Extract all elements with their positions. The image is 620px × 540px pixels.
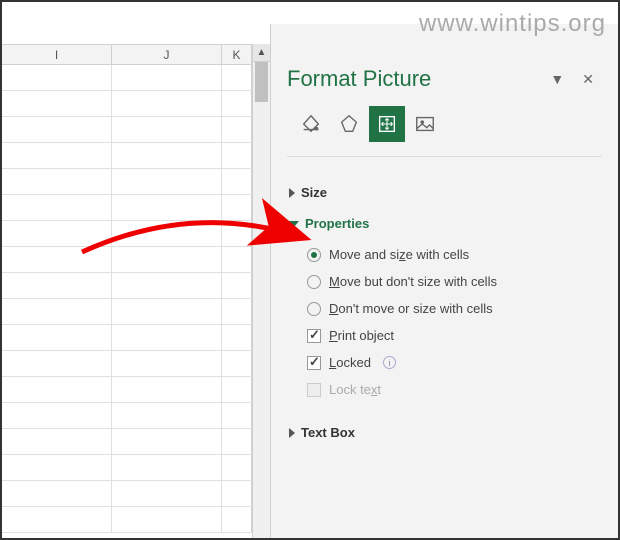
grid-row (2, 429, 252, 455)
tab-size-properties-icon[interactable] (369, 106, 405, 142)
caret-right-icon (289, 188, 295, 198)
grid-row (2, 481, 252, 507)
checkbox-label: Lock text (329, 382, 381, 397)
section-properties-header[interactable]: Properties (287, 212, 602, 235)
checkbox-icon (307, 329, 321, 343)
grid-row (2, 403, 252, 429)
panel-title: Format Picture (287, 66, 431, 92)
checkbox-lock-text: Lock text (307, 376, 602, 403)
section-textbox-title: Text Box (301, 425, 355, 440)
vertical-scrollbar[interactable]: ▲ (252, 44, 270, 538)
grid-row (2, 507, 252, 533)
radio-no-move-no-size[interactable]: Don't move or size with cells (307, 295, 602, 322)
grid-row (2, 273, 252, 299)
section-size-header[interactable]: Size (287, 181, 602, 204)
checkbox-label: Print object (329, 328, 394, 343)
panel-dropdown-icon[interactable]: ▼ (550, 71, 564, 88)
checkbox-icon (307, 356, 321, 370)
grid-row (2, 377, 252, 403)
scroll-thumb[interactable] (255, 62, 268, 102)
radio-icon (307, 302, 321, 316)
grid-row (2, 169, 252, 195)
checkbox-locked[interactable]: Locked i (307, 349, 602, 376)
format-picture-panel: Format Picture ▼ ✕ Size (270, 24, 618, 538)
grid-row (2, 247, 252, 273)
grid-row (2, 195, 252, 221)
tab-effects-icon[interactable] (331, 106, 367, 142)
column-header-j[interactable]: J (112, 45, 222, 64)
radio-icon (307, 248, 321, 262)
checkbox-icon (307, 383, 321, 397)
grid-row (2, 455, 252, 481)
grid-row (2, 91, 252, 117)
main-container: I J K ▲ Form (2, 2, 618, 538)
section-textbox-header[interactable]: Text Box (287, 421, 602, 444)
grid-row (2, 325, 252, 351)
scroll-up-arrow-icon[interactable]: ▲ (253, 44, 270, 62)
radio-move-no-size[interactable]: Move but don't size with cells (307, 268, 602, 295)
section-size-title: Size (301, 185, 327, 200)
column-header-k[interactable]: K (222, 45, 252, 64)
grid-row (2, 299, 252, 325)
watermark-text: www.wintips.org (419, 10, 606, 38)
grid-row (2, 143, 252, 169)
section-properties-body: Move and size with cells Move but don't … (287, 235, 602, 413)
column-headers: I J K (2, 45, 252, 65)
panel-close-icon[interactable]: ✕ (582, 71, 594, 88)
grid-row (2, 351, 252, 377)
checkbox-print-object[interactable]: Print object (307, 322, 602, 349)
section-properties: Properties Move and size with cells Move… (287, 212, 602, 413)
section-size: Size (287, 181, 602, 204)
caret-down-icon (289, 221, 299, 227)
radio-label: Don't move or size with cells (329, 301, 493, 316)
section-properties-title: Properties (305, 216, 369, 231)
caret-right-icon (289, 428, 295, 438)
radio-label: Move and size with cells (329, 247, 469, 262)
panel-header: Format Picture ▼ ✕ (287, 66, 602, 92)
spreadsheet-grid: I J K (2, 44, 252, 538)
radio-label: Move but don't size with cells (329, 274, 497, 289)
grid-row (2, 117, 252, 143)
section-textbox: Text Box (287, 421, 602, 444)
column-header-i[interactable]: I (2, 45, 112, 64)
tab-fill-line-icon[interactable] (293, 106, 329, 142)
radio-icon (307, 275, 321, 289)
grid-row (2, 65, 252, 91)
panel-tabs (287, 106, 602, 157)
tab-picture-icon[interactable] (407, 106, 443, 142)
checkbox-label: Locked (329, 355, 371, 370)
info-icon[interactable]: i (383, 356, 396, 369)
radio-move-size-cells[interactable]: Move and size with cells (307, 241, 602, 268)
grid-row (2, 221, 252, 247)
grid-body[interactable] (2, 65, 252, 538)
